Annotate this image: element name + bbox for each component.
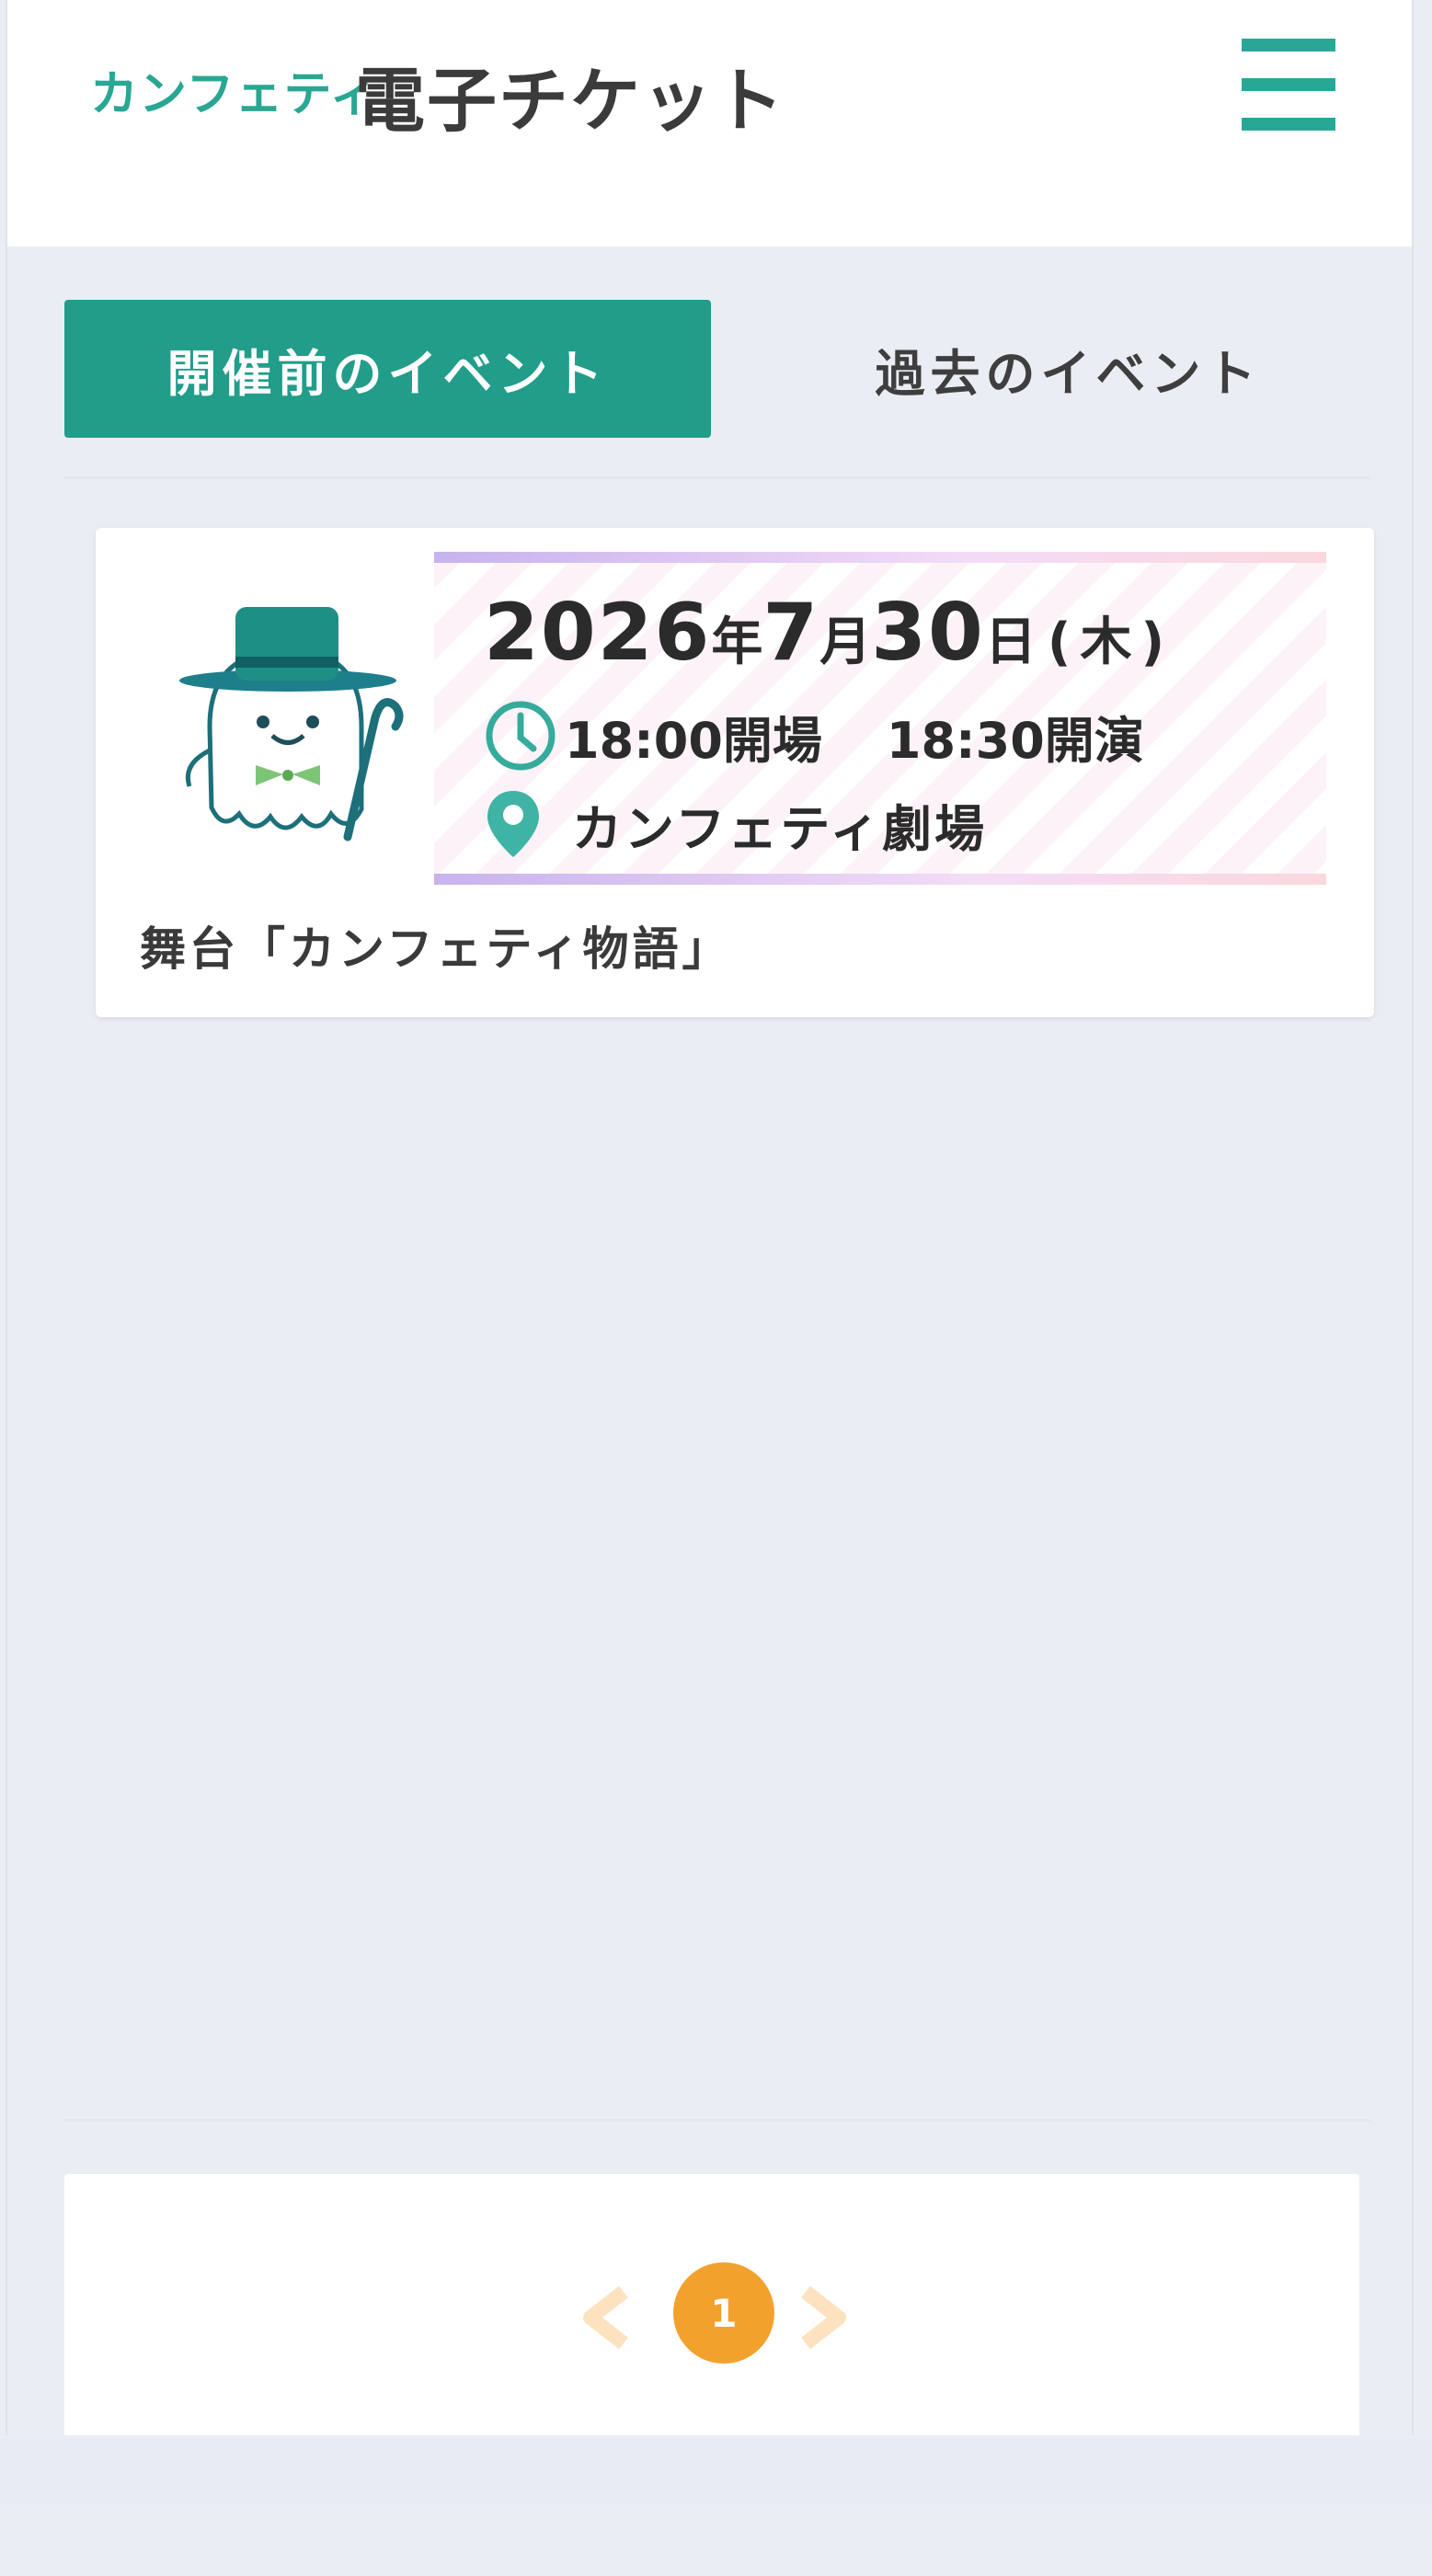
date-year: 2026: [484, 587, 712, 679]
site-header: カンフェティ 電子チケット: [7, 0, 1412, 246]
bottom-bar: [0, 2439, 1432, 2505]
event-venue: カンフェティ劇場: [484, 787, 987, 861]
tab-past-events[interactable]: 過去のイベント: [745, 300, 1392, 438]
clock-icon: [486, 701, 556, 771]
app-frame: カンフェティ 電子チケット 開催前のイベント 過去のイベント 2026年7月30…: [6, 0, 1414, 2435]
hamburger-menu-icon[interactable]: [1242, 39, 1335, 131]
date-month: 7: [762, 587, 820, 679]
pagination: 1: [64, 2174, 1359, 2435]
date-day: 30: [871, 587, 985, 679]
open-time: 18:00開場: [565, 711, 822, 770]
divider: [64, 2119, 1370, 2122]
date-weekday: (木): [1047, 613, 1174, 672]
start-time: 18:30開演: [886, 711, 1144, 770]
chevron-right-icon[interactable]: [795, 2284, 850, 2351]
event-tabs: 開催前のイベント 過去のイベント: [64, 300, 1370, 438]
event-title[interactable]: 舞台「カンフェティ物語」: [140, 912, 732, 979]
chevron-left-icon[interactable]: [579, 2284, 635, 2351]
event-card[interactable]: 2026年7月30日 (木) 18:00開場 18:30開演 カンフェティ劇場 舞…: [96, 528, 1374, 1017]
site-title: 電子チケット: [355, 60, 785, 142]
divider: [64, 476, 1370, 479]
page-button-current[interactable]: 1: [673, 2262, 774, 2364]
map-pin-icon: [487, 791, 539, 857]
date-year-unit: 年: [711, 613, 763, 672]
event-time: 18:00開場 18:30開演: [484, 699, 1144, 773]
date-month-unit: 月: [819, 613, 872, 672]
ghost-mascot-icon: [179, 607, 404, 841]
date-day-unit: 日: [984, 613, 1037, 672]
event-date: 2026年7月30日 (木): [484, 587, 1174, 679]
event-info-box: 2026年7月30日 (木) 18:00開場 18:30開演 カンフェティ劇場: [434, 552, 1326, 885]
venue-name: カンフェティ劇場: [572, 799, 988, 858]
brand-logo[interactable]: カンフェティ: [90, 55, 378, 124]
tab-upcoming-events[interactable]: 開催前のイベント: [64, 300, 711, 438]
